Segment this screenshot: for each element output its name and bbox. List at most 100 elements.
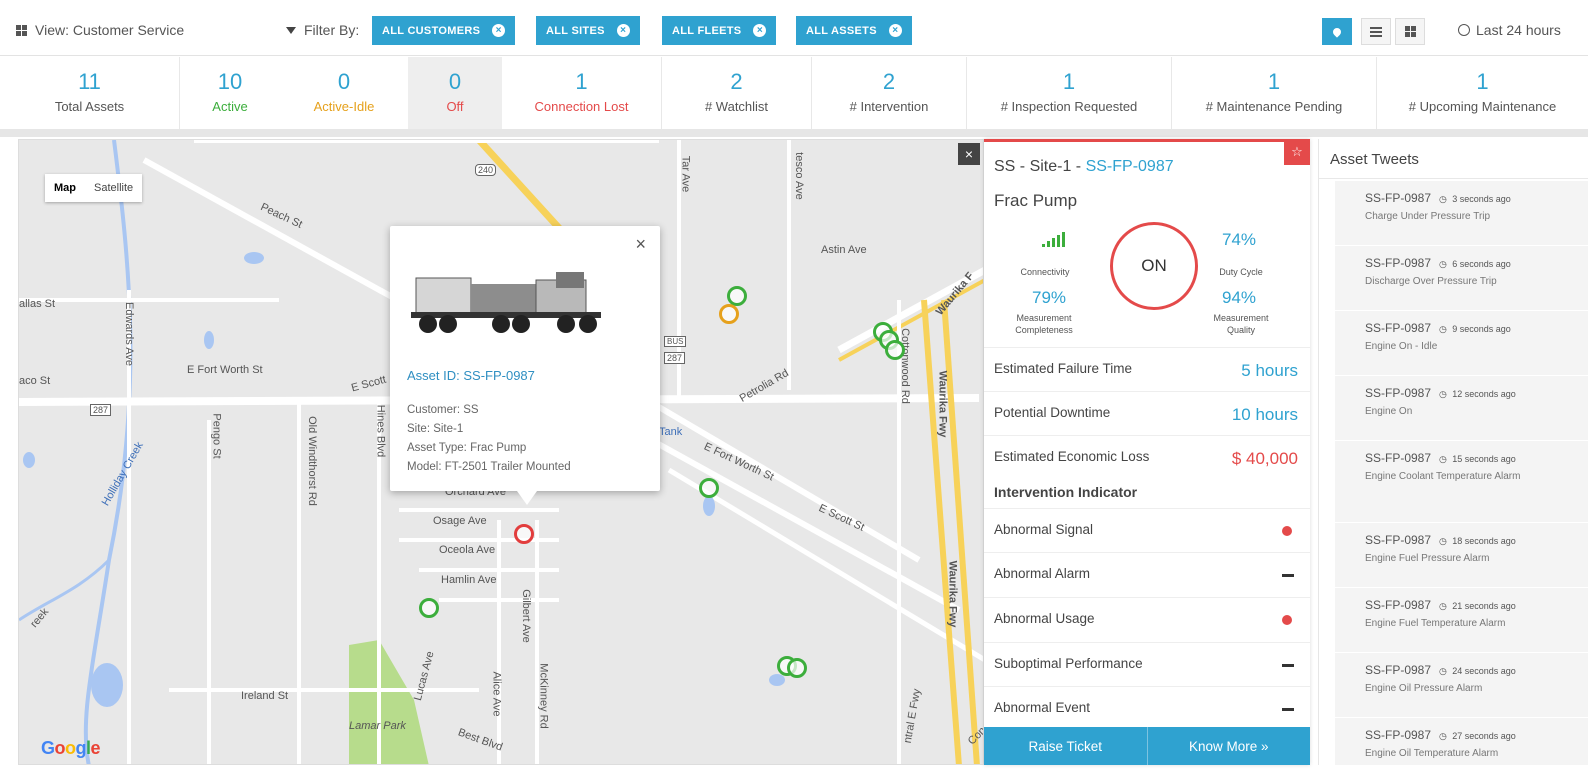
map-label: BUS <box>664 336 687 347</box>
asset-marker-idle[interactable] <box>719 304 739 324</box>
asset-marker-active[interactable] <box>885 340 905 360</box>
stat-connection-lost[interactable]: 1 Connection Lost <box>502 57 662 129</box>
know-more-button[interactable]: Know More » <box>1147 727 1310 765</box>
filter-chip-fleets[interactable]: ALL FLEETS × <box>662 16 777 45</box>
asset-marker-selected[interactable] <box>514 524 534 544</box>
asset-marker-active[interactable] <box>419 598 439 618</box>
duty-cycle-value: 74% <box>1222 230 1257 249</box>
view-label: View: Customer Service <box>35 22 185 38</box>
stat-value: 11 <box>78 69 101 94</box>
metric-label: Potential Downtime <box>994 405 1111 420</box>
grid-icon <box>16 24 27 36</box>
tweet-asset: SS-FP-0987 <box>1365 386 1432 400</box>
grid-view-button[interactable] <box>1395 18 1425 45</box>
map-label: Hines Blvd <box>374 404 387 458</box>
tweet-item[interactable]: SS-FP-0987 ◷ 15 seconds ago Engine Coolant… <box>1335 441 1588 523</box>
tweet-item[interactable]: SS-FP-0987 ◷ 21 seconds ago Engine Fuel Te… <box>1335 588 1588 653</box>
asset-marker-active[interactable] <box>727 286 747 306</box>
view-selector[interactable]: View: Customer Service <box>16 22 184 38</box>
tweet-time: 6 seconds ago <box>1452 259 1511 269</box>
map-label: Alice Ave <box>490 671 503 717</box>
remove-icon[interactable]: × <box>888 24 902 37</box>
measurement-quality-value: 94% <box>1222 288 1257 307</box>
tweet-message: Engine On - Idle <box>1365 341 1438 352</box>
clock-icon: ◷ <box>1439 536 1447 546</box>
tweet-item[interactable]: SS-FP-0987 ◷ 6 seconds ago Discharge Over … <box>1335 246 1588 311</box>
list-icon <box>1370 26 1382 37</box>
tweet-item[interactable]: SS-FP-0987 ◷ 3 seconds ago Charge Under Pr… <box>1335 181 1588 246</box>
list-view-button[interactable] <box>1361 18 1391 45</box>
clock-icon: ◷ <box>1439 324 1447 334</box>
filter-chip-sites[interactable]: ALL SITES × <box>536 16 640 45</box>
filter-icon <box>286 26 296 34</box>
stat-upcoming-maintenance[interactable]: 1 # Upcoming Maintenance <box>1377 57 1588 129</box>
metric-label: Estimated Failure Time <box>994 361 1133 376</box>
stat-watchlist[interactable]: 2 # Watchlist <box>662 57 812 129</box>
stat-label: # Intervention <box>849 99 929 114</box>
tweet-asset: SS-FP-0987 <box>1365 321 1432 335</box>
tweet-item[interactable]: SS-FP-0987 ◷ 12 seconds ago Engine On <box>1335 376 1588 441</box>
remove-icon[interactable]: × <box>616 24 630 37</box>
asset-customer: Customer: SS <box>407 404 479 416</box>
map-label: McKinney Rd <box>537 663 550 729</box>
remove-icon[interactable]: × <box>492 24 506 37</box>
close-panel-button[interactable]: × <box>958 143 980 165</box>
tweet-time: 3 seconds ago <box>1452 194 1511 204</box>
tweet-item[interactable]: SS-FP-0987 ◷ 24 seconds ago Engine Oil Pre… <box>1335 653 1588 718</box>
tweet-item[interactable]: SS-FP-0987 ◷ 27 seconds ago Engine Oil Tem… <box>1335 718 1588 765</box>
stats-bar: 11 Total Assets 10 Active 0 Active-Idle 0 Of… <box>0 57 1588 129</box>
close-icon[interactable]: × <box>635 234 646 255</box>
indicator-label: Abnormal Signal <box>994 522 1094 537</box>
tweet-asset: SS-FP-0987 <box>1365 191 1432 205</box>
asset-marker-active[interactable] <box>699 478 719 498</box>
tweet-item[interactable]: SS-FP-0987 ◷ 9 seconds ago Engine On - Idl… <box>1335 311 1588 376</box>
tweet-time: 9 seconds ago <box>1452 324 1511 334</box>
asset-title-id[interactable]: SS-FP-0987 <box>1086 158 1174 175</box>
alert-dot-icon <box>1282 615 1292 625</box>
tweet-time: 12 seconds ago <box>1452 389 1516 399</box>
dash-icon <box>1282 708 1294 711</box>
stat-intervention[interactable]: 2 # Intervention <box>812 57 967 129</box>
signal-strength-icon <box>1042 232 1065 247</box>
stat-off[interactable]: 0 Off <box>408 57 502 129</box>
remove-icon[interactable]: × <box>753 24 767 37</box>
time-range-selector[interactable]: Last 24 hours <box>1458 22 1561 38</box>
raise-ticket-button[interactable]: Raise Ticket <box>984 727 1148 765</box>
indicator-row: Abnormal Usage <box>984 597 1310 642</box>
stat-active-idle[interactable]: 0 Active-Idle <box>280 57 408 129</box>
filter-chip-customers[interactable]: ALL CUSTOMERS × <box>372 16 516 45</box>
map-view-button[interactable] <box>1322 18 1352 45</box>
watchlist-star-icon[interactable]: ☆ <box>1284 139 1310 165</box>
asset-marker-active[interactable] <box>787 658 807 678</box>
asset-tweets-panel: Asset Tweets SS-FP-0987 ◷ 3 seconds ago Ch… <box>1318 139 1588 765</box>
stat-maintenance-pending[interactable]: 1 # Maintenance Pending <box>1172 57 1377 129</box>
stat-total-assets[interactable]: 11 Total Assets <box>0 57 180 129</box>
stat-inspection-requested[interactable]: 1 # Inspection Requested <box>967 57 1172 129</box>
indicator-label: Abnormal Usage <box>994 611 1095 626</box>
clock-icon: ◷ <box>1439 731 1447 741</box>
asset-map[interactable]: Map Satellite Peach St Astin Ave allas S… <box>18 139 984 765</box>
map-label: Tar Ave <box>679 155 692 193</box>
asset-title: SS - Site-1 - SS-FP-0987 <box>994 158 1174 176</box>
asset-popup: × Asset ID: SS-FP-0987 Customer: SS Site… <box>390 226 660 505</box>
metric-value: 5 hours <box>1241 361 1298 380</box>
asset-site: Site: Site-1 <box>407 423 464 435</box>
stat-label: Connection Lost <box>534 99 629 114</box>
tweet-time: 15 seconds ago <box>1452 454 1516 464</box>
tweet-asset: SS-FP-0987 <box>1365 451 1432 465</box>
asset-id-link[interactable]: Asset ID: SS-FP-0987 <box>407 368 535 383</box>
top-bar: View: Customer Service Filter By: ALL CU… <box>0 0 1588 56</box>
map-type-map[interactable]: Map <box>45 174 85 202</box>
tweet-message: Engine Oil Pressure Alarm <box>1365 683 1483 694</box>
map-label: Gilbert Ave <box>519 589 532 643</box>
map-type-satellite[interactable]: Satellite <box>85 174 142 202</box>
asset-model: Model: FT-2501 Trailer Mounted <box>407 461 571 473</box>
indicator-row: Suboptimal Performance <box>984 642 1310 686</box>
filter-chip-assets[interactable]: ALL ASSETS × <box>796 16 912 45</box>
map-label: Osage Ave <box>433 515 487 527</box>
tweet-time: 21 seconds ago <box>1452 601 1516 611</box>
measurement-completeness-value: 79% <box>1032 288 1067 307</box>
tweet-item[interactable]: SS-FP-0987 ◷ 18 seconds ago Engine Fuel Pr… <box>1335 523 1588 588</box>
intervention-heading: Intervention Indicator <box>994 484 1138 500</box>
stat-active[interactable]: 10 Active <box>180 57 280 129</box>
